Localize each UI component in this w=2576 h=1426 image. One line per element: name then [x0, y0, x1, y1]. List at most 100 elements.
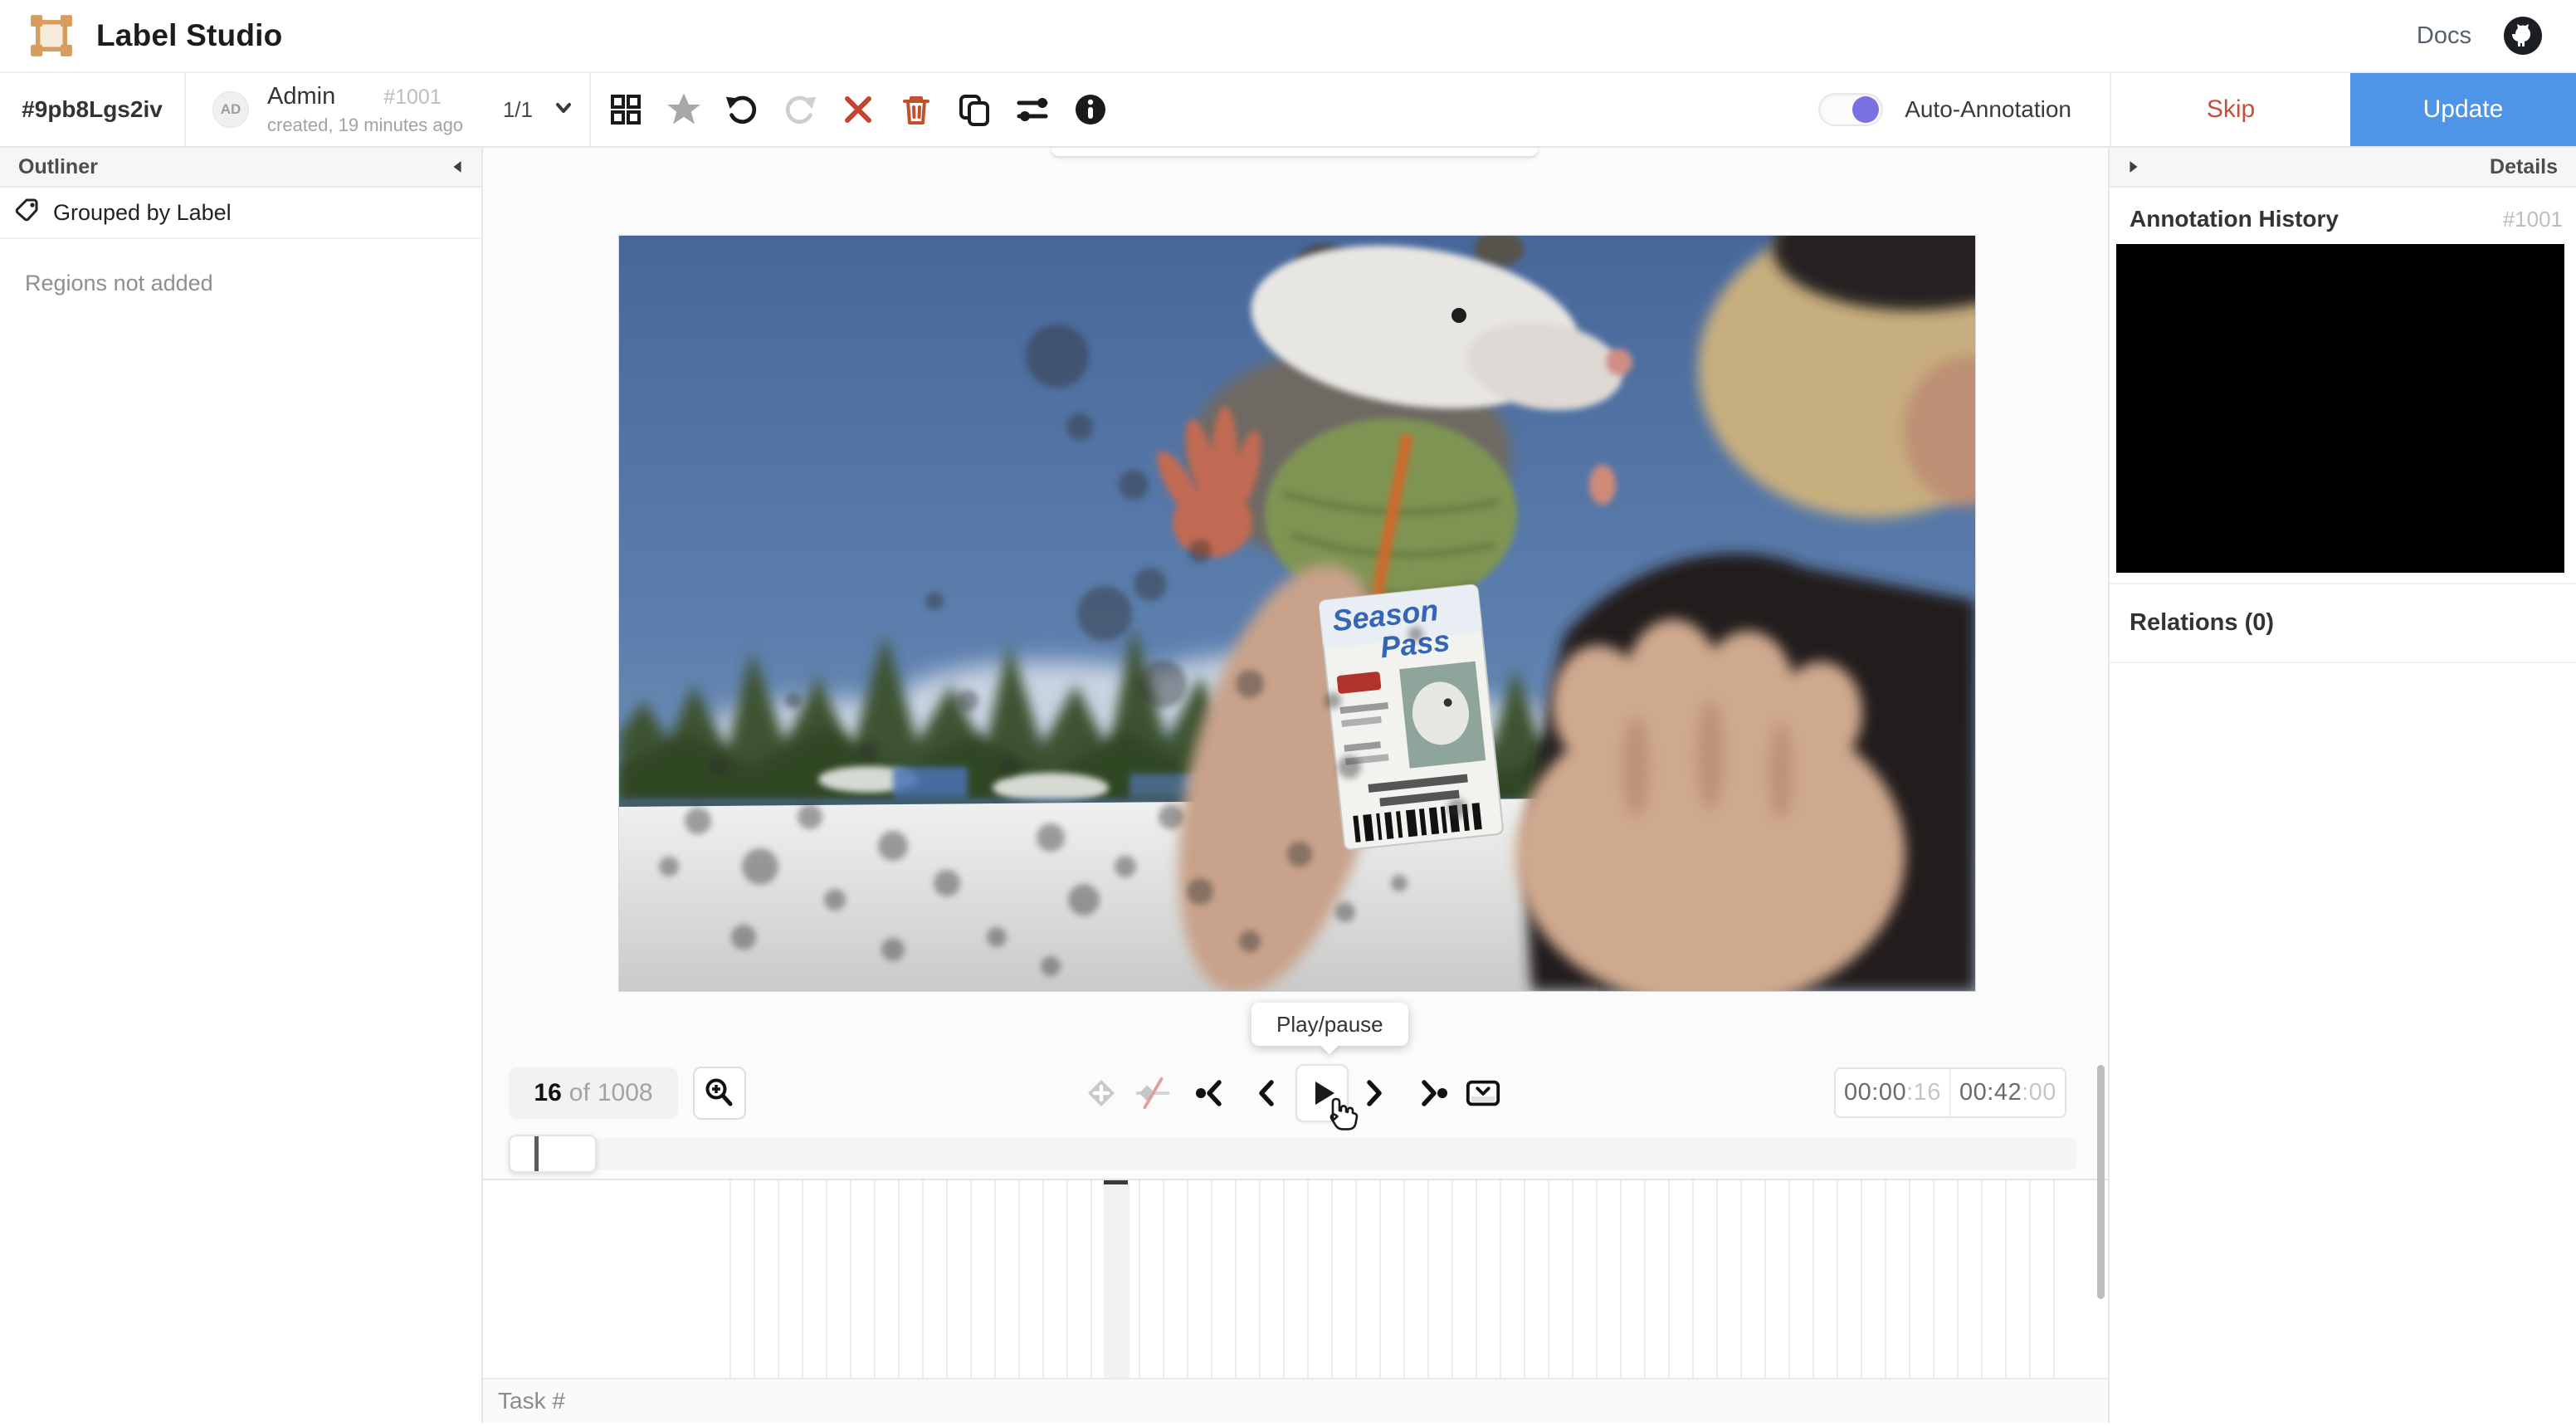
position-frames: :16 [1906, 1079, 1941, 1106]
grouped-by-label[interactable]: Grouped by Label [0, 188, 481, 239]
outliner-header: Outliner [0, 148, 481, 188]
annotation-pager[interactable]: 1/1 [503, 97, 574, 123]
tooltip-text: Play/pause [1276, 1012, 1383, 1038]
chevron-down-icon [553, 97, 574, 123]
frame-current: 16 [534, 1079, 561, 1107]
auto-annotation-wrap: Auto-Annotation [1818, 73, 2110, 146]
outliner-title: Outliner [18, 155, 98, 179]
annotation-history-title: Annotation History [2130, 206, 2339, 232]
frame-total: 1008 [598, 1079, 653, 1107]
redo-icon [783, 92, 817, 127]
frame-separator: of [569, 1079, 590, 1107]
avatar: AD [212, 91, 249, 128]
zoom-in-button[interactable] [693, 1067, 746, 1120]
grid-view-icon [610, 94, 642, 125]
tag-icon [15, 198, 40, 228]
relations-title: Relations (0) [2130, 609, 2274, 636]
collapse-left-icon[interactable] [451, 155, 463, 179]
duration-time: 00:42 [1959, 1079, 2022, 1106]
delete-button[interactable] [896, 90, 936, 129]
video-stage: Season Pass [483, 148, 2108, 1061]
keyframe-add-button[interactable] [1083, 1067, 1120, 1120]
relations-section: Relations (0) [2110, 583, 2576, 663]
auto-annotation-label: Auto-Annotation [1905, 96, 2071, 123]
update-button[interactable]: Update [2350, 73, 2576, 146]
reject-icon [842, 94, 874, 125]
player-controls: 16 of 1008 [483, 1061, 2108, 1131]
app-header: Label Studio Docs [0, 0, 2576, 73]
duplicate-button[interactable] [954, 90, 994, 129]
annotation-id: #1001 [383, 87, 442, 108]
expand-right-icon[interactable] [2128, 155, 2139, 179]
zoom-in-icon [703, 1077, 736, 1110]
seek-track[interactable] [509, 1138, 2076, 1170]
annotation-history-head: Annotation History #1001 [2110, 188, 2576, 244]
seek-row [483, 1131, 2108, 1179]
keyframe-interpolation-button[interactable] [1134, 1067, 1171, 1120]
position-timecode: 00:00:16 [1836, 1069, 1951, 1116]
play-pause-tooltip: Play/pause [1251, 1003, 1408, 1046]
info-button[interactable] [1071, 90, 1110, 129]
vertical-scrollbar[interactable] [2097, 1065, 2105, 1299]
collapse-timeline-button[interactable] [1465, 1067, 1501, 1120]
toggle-knob [1852, 96, 1879, 123]
settings-icon [1016, 93, 1049, 126]
keyframe-add-icon [1083, 1075, 1120, 1111]
keyframe-interpolation-icon [1134, 1075, 1171, 1111]
duration-frames: :00 [2022, 1079, 2056, 1106]
frame-counter[interactable]: 16 of 1008 [509, 1067, 678, 1119]
label-studio-app: Label Studio Docs #9pb8Lgs2iv AD Admin #… [0, 0, 2576, 1426]
prev-keyframe-button[interactable] [1193, 1067, 1229, 1120]
timeline-grid [729, 1180, 2076, 1378]
label-studio-logo-icon [30, 14, 73, 57]
settings-button[interactable] [1012, 90, 1052, 129]
top-peek-bar[interactable] [1051, 148, 1538, 156]
collapse-timeline-icon [1465, 1075, 1501, 1111]
timeline-playhead-tick[interactable] [1104, 1180, 1128, 1184]
workspace: Outliner Grouped by Label Regions not ad… [0, 148, 2576, 1423]
annotator-meta: Admin #1001 created, 19 minutes ago [267, 85, 463, 134]
next-frame-icon [1359, 1075, 1392, 1111]
github-icon[interactable] [2503, 16, 2543, 56]
prev-frame-icon [1249, 1075, 1282, 1111]
timeline-task-row: Task # [483, 1378, 2108, 1423]
annotation-history-id: #1001 [2503, 207, 2563, 232]
header-right: Docs [2417, 16, 2546, 56]
task-id: #9pb8Lgs2iv [0, 73, 186, 146]
timeline[interactable] [483, 1179, 2108, 1378]
redo-button[interactable] [780, 90, 820, 129]
annotation-meta-cell: AD Admin #1001 created, 19 minutes ago 1… [186, 73, 591, 146]
undo-button[interactable] [722, 90, 762, 129]
play-button[interactable] [1295, 1064, 1349, 1122]
details-header: Details [2110, 148, 2576, 188]
star-button[interactable] [664, 90, 704, 129]
reject-button[interactable] [838, 90, 878, 129]
details-title: Details [2490, 155, 2558, 179]
grouping-label: Grouped by Label [53, 200, 232, 226]
docs-link[interactable]: Docs [2417, 22, 2471, 50]
next-keyframe-button[interactable] [1414, 1067, 1451, 1120]
annotation-menu-bar: #9pb8Lgs2iv AD Admin #1001 created, 19 m… [0, 73, 2576, 148]
delete-icon [900, 93, 933, 126]
timeline-current-frame [1104, 1180, 1129, 1378]
prev-keyframe-icon [1194, 1075, 1227, 1111]
seek-viewport[interactable] [509, 1135, 597, 1173]
menu-bar-right: Auto-Annotation Skip Update [1818, 73, 2576, 146]
annotation-toolbar [591, 73, 1110, 146]
annotation-history-content [2116, 244, 2564, 573]
video-canvas[interactable]: Season Pass [619, 236, 1975, 991]
annotation-created: created, 19 minutes ago [267, 116, 463, 134]
seek-playhead[interactable] [534, 1136, 539, 1171]
regions-empty-message: Regions not added [25, 271, 481, 296]
auto-annotation-toggle[interactable] [1818, 93, 1883, 126]
annotation-canvas-area: Season Pass [483, 148, 2108, 1423]
grid-view-button[interactable] [606, 90, 646, 129]
next-frame-button[interactable] [1357, 1067, 1393, 1120]
outliner-panel: Outliner Grouped by Label Regions not ad… [0, 148, 483, 1423]
app-title: Label Studio [96, 18, 282, 53]
duplicate-icon [958, 93, 991, 126]
brand: Label Studio [30, 14, 282, 57]
skip-button[interactable]: Skip [2110, 73, 2350, 146]
prev-frame-button[interactable] [1247, 1067, 1284, 1120]
next-keyframe-icon [1416, 1075, 1449, 1111]
